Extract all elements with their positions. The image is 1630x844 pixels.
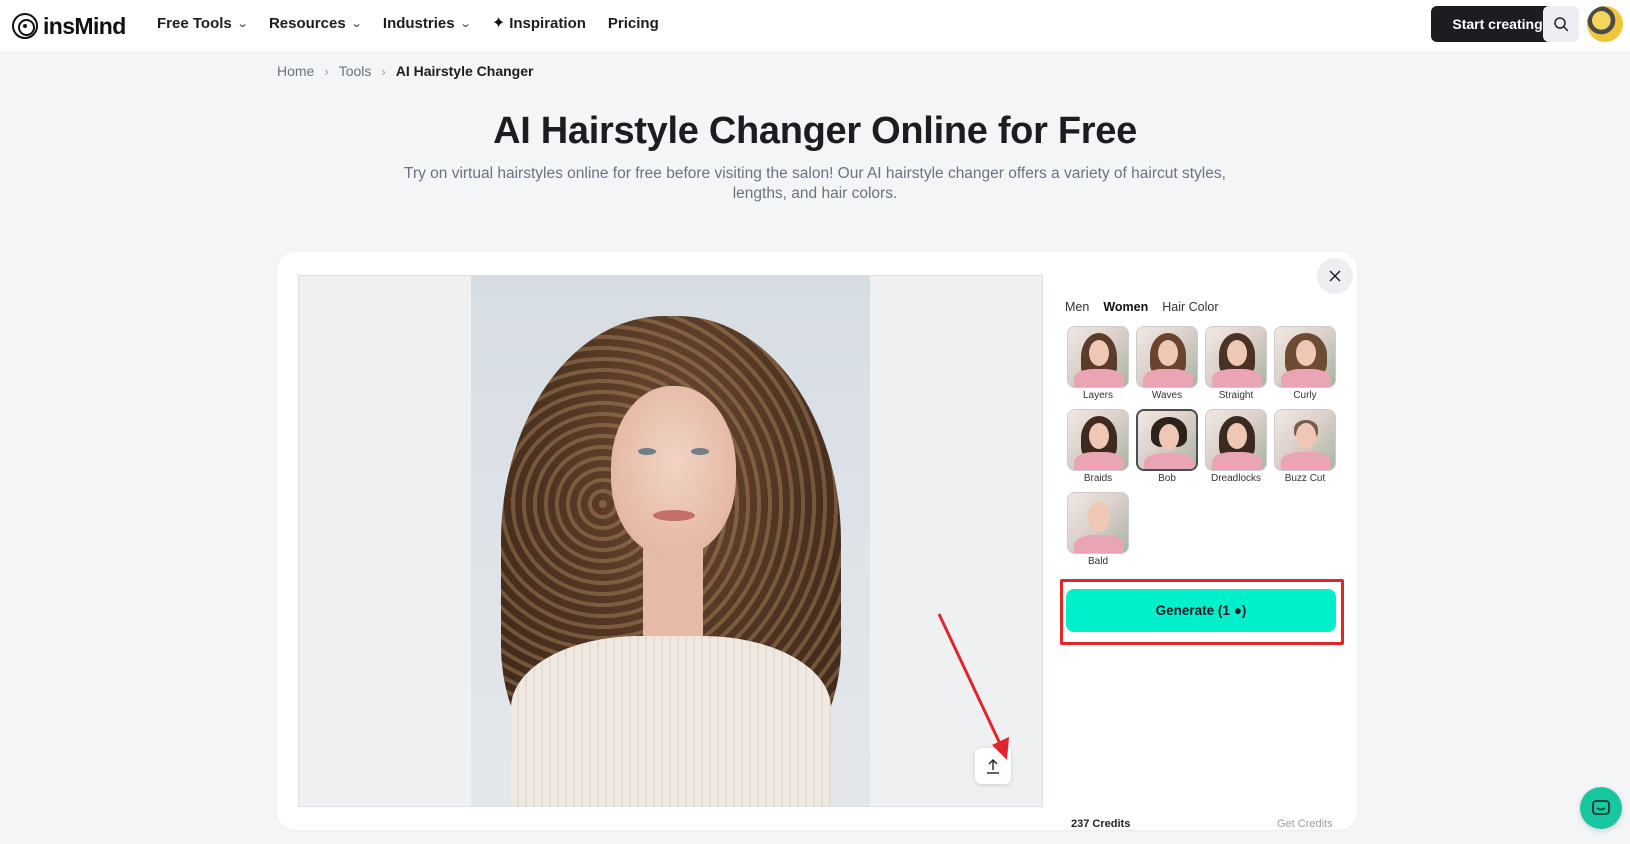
nav-label: Pricing	[607, 14, 659, 32]
thumb-body	[1074, 452, 1124, 470]
breadcrumb-home[interactable]: Home	[277, 63, 314, 79]
thumb-body	[1281, 369, 1331, 387]
style-thumbnail	[1067, 409, 1129, 471]
breadcrumb-separator-icon: ›	[381, 63, 386, 79]
style-dreadlocks[interactable]: Dreadlocks	[1205, 409, 1267, 484]
style-label: Bob	[1158, 473, 1176, 484]
thumb-face	[1159, 424, 1179, 450]
style-label: Straight	[1218, 390, 1254, 401]
style-label: Layers	[1082, 390, 1113, 401]
style-thumbnail	[1274, 326, 1336, 388]
style-thumbnail	[1205, 326, 1267, 388]
thumb-body	[1212, 369, 1262, 387]
thumb-face	[1088, 502, 1110, 532]
chevron-down-icon: ⌄	[236, 17, 249, 30]
photo-neck	[643, 546, 703, 636]
nav-label: Inspiration	[509, 14, 586, 32]
breadcrumb-tools[interactable]: Tools	[339, 63, 372, 79]
tab-women[interactable]: Women	[1103, 300, 1148, 314]
close-icon	[1329, 270, 1341, 282]
chevron-down-icon: ⌄	[459, 17, 472, 30]
thumb-body	[1281, 452, 1331, 470]
credits-balance: 237 Credits	[1071, 818, 1131, 828]
photo-lips	[653, 510, 695, 521]
thumb-face	[1227, 340, 1247, 366]
tool-card: Men Women Hair Color Layers Waves Straig…	[277, 252, 1357, 830]
style-waves[interactable]: Waves	[1136, 326, 1198, 401]
style-braids[interactable]: Braids	[1067, 409, 1129, 484]
nav-inspiration[interactable]: ✦ Inspiration	[492, 13, 586, 33]
upload-image-button[interactable]	[975, 748, 1011, 784]
thumb-body	[1074, 369, 1124, 387]
close-button[interactable]	[1317, 258, 1353, 294]
brand-logo[interactable]: insMind	[12, 10, 126, 42]
thumb-body	[1212, 452, 1262, 470]
thumb-face	[1089, 340, 1109, 366]
image-canvas	[298, 275, 1043, 807]
thumb-face	[1089, 423, 1109, 449]
style-label: Curly	[1293, 390, 1317, 401]
breadcrumb-current: AI Hairstyle Changer	[395, 63, 534, 79]
photo-shirt	[511, 636, 831, 806]
chat-support-button[interactable]	[1580, 787, 1622, 829]
photo-eye	[691, 448, 709, 455]
page-subtitle: Try on virtual hairstyles online for fre…	[404, 165, 1226, 202]
thumb-face	[1227, 423, 1247, 449]
sparkle-icon: ✦	[491, 15, 506, 32]
photo-face	[611, 386, 736, 556]
style-layers[interactable]: Layers	[1067, 326, 1129, 401]
chevron-down-icon: ⌄	[350, 17, 363, 30]
tab-men[interactable]: Men	[1065, 300, 1089, 314]
style-thumbnail	[1136, 326, 1198, 388]
credits-row: 237 Credits Get Credits	[1065, 818, 1345, 828]
nav-pricing[interactable]: Pricing	[608, 15, 659, 32]
thumb-body	[1144, 453, 1194, 469]
main-nav: Free Tools ⌄ Resources ⌄ Industries ⌄ ✦ …	[157, 0, 659, 46]
style-label: Braids	[1083, 473, 1113, 484]
style-label: Dreadlocks	[1210, 473, 1262, 484]
style-thumbnail	[1067, 326, 1129, 388]
thumb-body	[1074, 535, 1124, 553]
tab-hair-color[interactable]: Hair Color	[1162, 300, 1218, 314]
style-label: Bald	[1087, 556, 1108, 564]
breadcrumb: Home › Tools › AI Hairstyle Changer	[277, 63, 533, 79]
style-straight[interactable]: Straight	[1205, 326, 1267, 401]
nav-free-tools[interactable]: Free Tools ⌄	[157, 14, 249, 32]
style-thumbnail	[1136, 409, 1198, 471]
style-curly[interactable]: Curly	[1274, 326, 1336, 401]
get-credits-link[interactable]: Get Credits	[1277, 818, 1333, 828]
logo-mark-icon	[12, 13, 38, 39]
nav-label: Free Tools	[157, 14, 232, 32]
style-thumbnail	[1205, 409, 1267, 471]
brand-name: insMind	[43, 12, 126, 39]
photo-eye	[638, 448, 656, 455]
style-label: Waves	[1151, 390, 1183, 401]
hairstyle-tabs: Men Women Hair Color	[1065, 300, 1219, 314]
thumb-face	[1296, 340, 1316, 366]
thumb-face	[1158, 340, 1178, 366]
upload-icon	[987, 759, 999, 774]
style-thumbnail	[1067, 492, 1129, 554]
style-label: Buzz Cut	[1284, 473, 1326, 484]
thumb-body	[1143, 369, 1193, 387]
user-avatar[interactable]	[1587, 6, 1623, 42]
generate-button[interactable]: Generate (1 ●)	[1066, 589, 1336, 632]
nav-resources[interactable]: Resources ⌄	[268, 14, 363, 32]
nav-label: Resources	[268, 14, 346, 32]
style-bald[interactable]: Bald	[1067, 492, 1129, 564]
search-button[interactable]	[1543, 6, 1579, 42]
style-thumbnail	[1274, 409, 1336, 471]
chat-icon	[1592, 800, 1610, 815]
nav-industries[interactable]: Industries ⌄	[382, 14, 472, 32]
nav-label: Industries	[382, 14, 455, 32]
top-nav: insMind Free Tools ⌄ Resources ⌄ Industr…	[0, 0, 1630, 53]
style-buzz-cut[interactable]: Buzz Cut	[1274, 409, 1336, 484]
style-bob[interactable]: Bob	[1136, 409, 1198, 484]
page-title: AI Hairstyle Changer Online for Free	[493, 110, 1137, 152]
uploaded-photo	[471, 276, 870, 806]
breadcrumb-separator-icon: ›	[324, 63, 329, 79]
search-icon	[1554, 17, 1569, 32]
thumb-face	[1296, 423, 1316, 449]
